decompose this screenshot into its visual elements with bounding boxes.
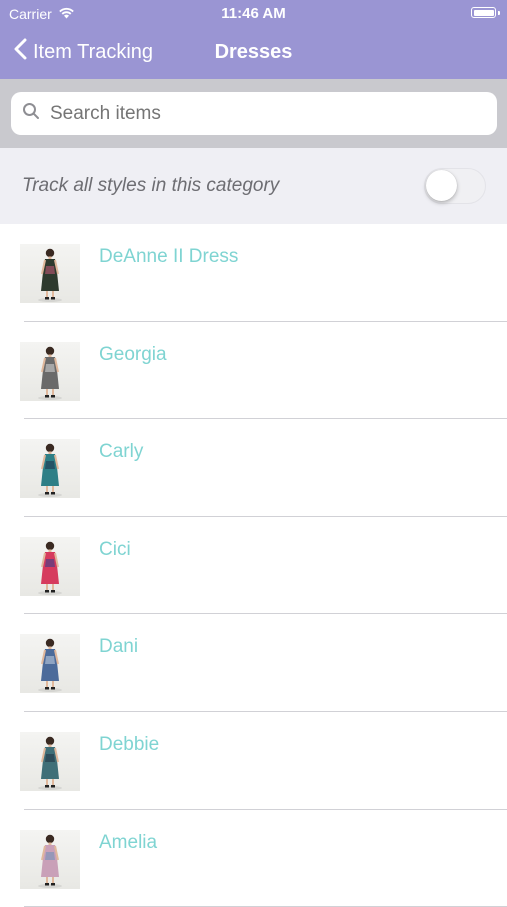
nav-bar: Item Tracking Dresses	[0, 28, 507, 79]
battery-icon	[471, 7, 496, 18]
item-name: Dani	[99, 636, 139, 658]
item-name: Georgia	[99, 343, 167, 365]
search-field[interactable]	[11, 92, 497, 135]
item-name: Carly	[99, 441, 144, 463]
dress-thumbnail	[20, 439, 80, 499]
item-name: DeAnne II Dress	[99, 246, 239, 267]
list-item[interactable]: Cici	[0, 517, 507, 615]
dress-thumbnail	[20, 634, 80, 694]
status-bar: Carrier 11:46 AM	[0, 0, 507, 28]
navigation-header: Carrier 11:46 AM Item Tracking Dresses	[0, 0, 507, 79]
item-name: Cici	[99, 538, 131, 560]
track-all-label: Track all styles in this category	[22, 175, 280, 196]
list-item[interactable]: DeAnne II Dress	[0, 224, 507, 322]
item-name: Amelia	[99, 831, 158, 853]
battery-tip	[498, 11, 500, 15]
dress-thumbnail	[20, 244, 80, 303]
search-input[interactable]	[48, 101, 472, 126]
dress-thumbnail	[20, 536, 80, 596]
list-item[interactable]: Dani	[0, 614, 507, 712]
toggle-knob	[426, 170, 457, 201]
item-name: Debbie	[99, 733, 160, 755]
item-list: DeAnne II Dress Georgia Carly Cici Dani Debbi…	[0, 224, 507, 907]
search-bar-container	[0, 79, 507, 148]
list-item[interactable]: Debbie	[0, 712, 507, 810]
dress-thumbnail	[20, 341, 80, 401]
track-all-toggle[interactable]	[424, 168, 486, 204]
dress-thumbnail	[20, 829, 80, 889]
list-item[interactable]: Amelia	[0, 810, 507, 907]
page-title: Dresses	[214, 41, 293, 63]
list-item[interactable]: Georgia	[0, 322, 507, 420]
status-time: 11:46 AM	[221, 5, 286, 22]
dress-thumbnail	[20, 731, 80, 791]
search-icon	[22, 102, 40, 125]
list-item[interactable]: Carly	[0, 419, 507, 517]
